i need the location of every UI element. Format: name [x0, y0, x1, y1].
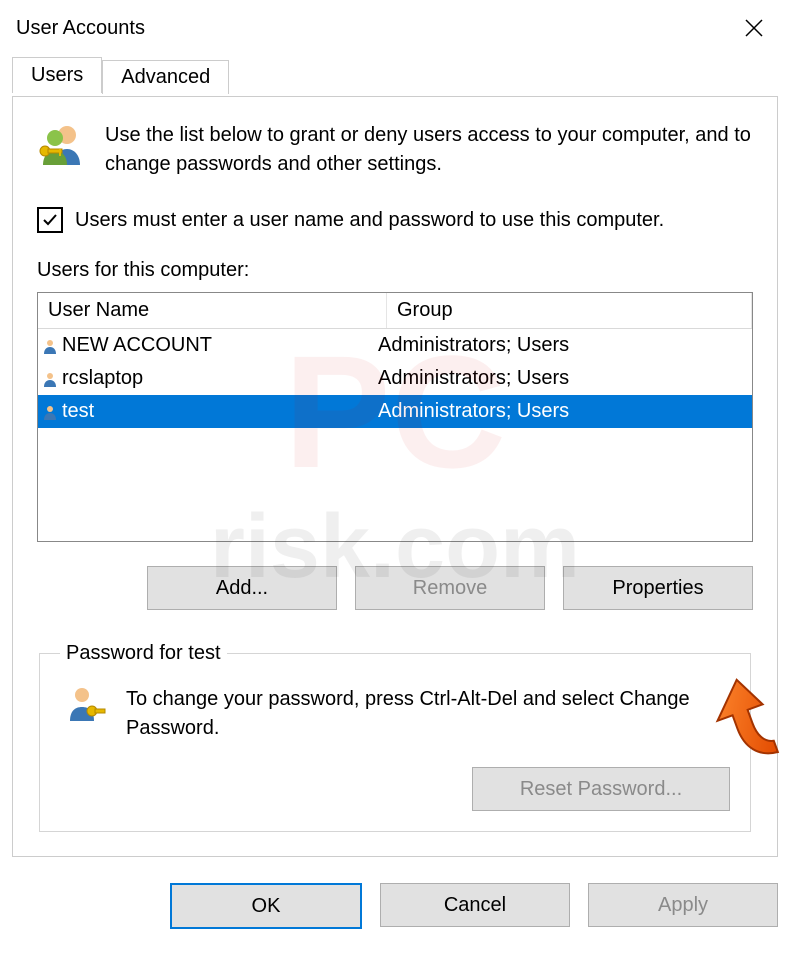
cancel-button[interactable]: Cancel [380, 883, 570, 927]
user-icon [42, 371, 58, 387]
password-legend: Password for test [60, 642, 227, 665]
user-icon [42, 338, 58, 354]
checkbox-require-login[interactable] [37, 207, 63, 233]
checkbox-row[interactable]: Users must enter a user name and passwor… [37, 207, 753, 233]
password-text: To change your password, press Ctrl-Alt-… [126, 685, 730, 743]
title-bar: User Accounts [0, 0, 790, 56]
cell-group: Administrators; Users [368, 334, 752, 357]
users-list-label: Users for this computer: [37, 259, 753, 282]
add-button[interactable]: Add... [147, 566, 337, 610]
intro-row: Use the list below to grant or deny user… [37, 121, 753, 179]
user-key-icon [66, 685, 106, 725]
cell-group: Administrators; Users [368, 367, 752, 390]
list-header[interactable]: User Name Group [38, 293, 752, 329]
list-row[interactable]: rcslaptop Administrators; Users [38, 362, 752, 395]
tab-advanced[interactable]: Advanced [102, 60, 229, 94]
list-row-selected[interactable]: test Administrators; Users [38, 395, 752, 428]
column-group[interactable]: Group [387, 293, 752, 328]
cell-username: NEW ACCOUNT [62, 334, 368, 357]
tab-users[interactable]: Users [12, 57, 102, 93]
properties-button[interactable]: Properties [563, 566, 753, 610]
users-list[interactable]: User Name Group NEW ACCOUNT Administrato… [37, 292, 753, 542]
ok-button[interactable]: OK [170, 883, 362, 929]
cell-username: rcslaptop [62, 367, 368, 390]
list-buttons: Add... Remove Properties [37, 566, 753, 610]
remove-button[interactable]: Remove [355, 566, 545, 610]
password-group: Password for test To change your passwor… [39, 642, 751, 832]
window-title: User Accounts [16, 17, 145, 40]
users-key-icon [37, 121, 85, 169]
checkbox-label: Users must enter a user name and passwor… [75, 209, 664, 232]
cell-username: test [62, 400, 368, 423]
dialog-footer: OK Cancel Apply [0, 869, 790, 949]
tab-strip: UsersAdvanced [12, 56, 778, 96]
tab-panel-users: PC risk.com Use the list below to grant … [12, 96, 778, 857]
close-icon [745, 19, 763, 37]
close-button[interactable] [726, 4, 782, 52]
reset-password-button[interactable]: Reset Password... [472, 767, 730, 811]
cell-group: Administrators; Users [368, 400, 752, 423]
intro-text: Use the list below to grant or deny user… [105, 121, 753, 179]
column-username[interactable]: User Name [38, 293, 387, 328]
apply-button[interactable]: Apply [588, 883, 778, 927]
user-icon [42, 404, 58, 420]
check-icon [42, 212, 58, 228]
list-row[interactable]: NEW ACCOUNT Administrators; Users [38, 329, 752, 362]
